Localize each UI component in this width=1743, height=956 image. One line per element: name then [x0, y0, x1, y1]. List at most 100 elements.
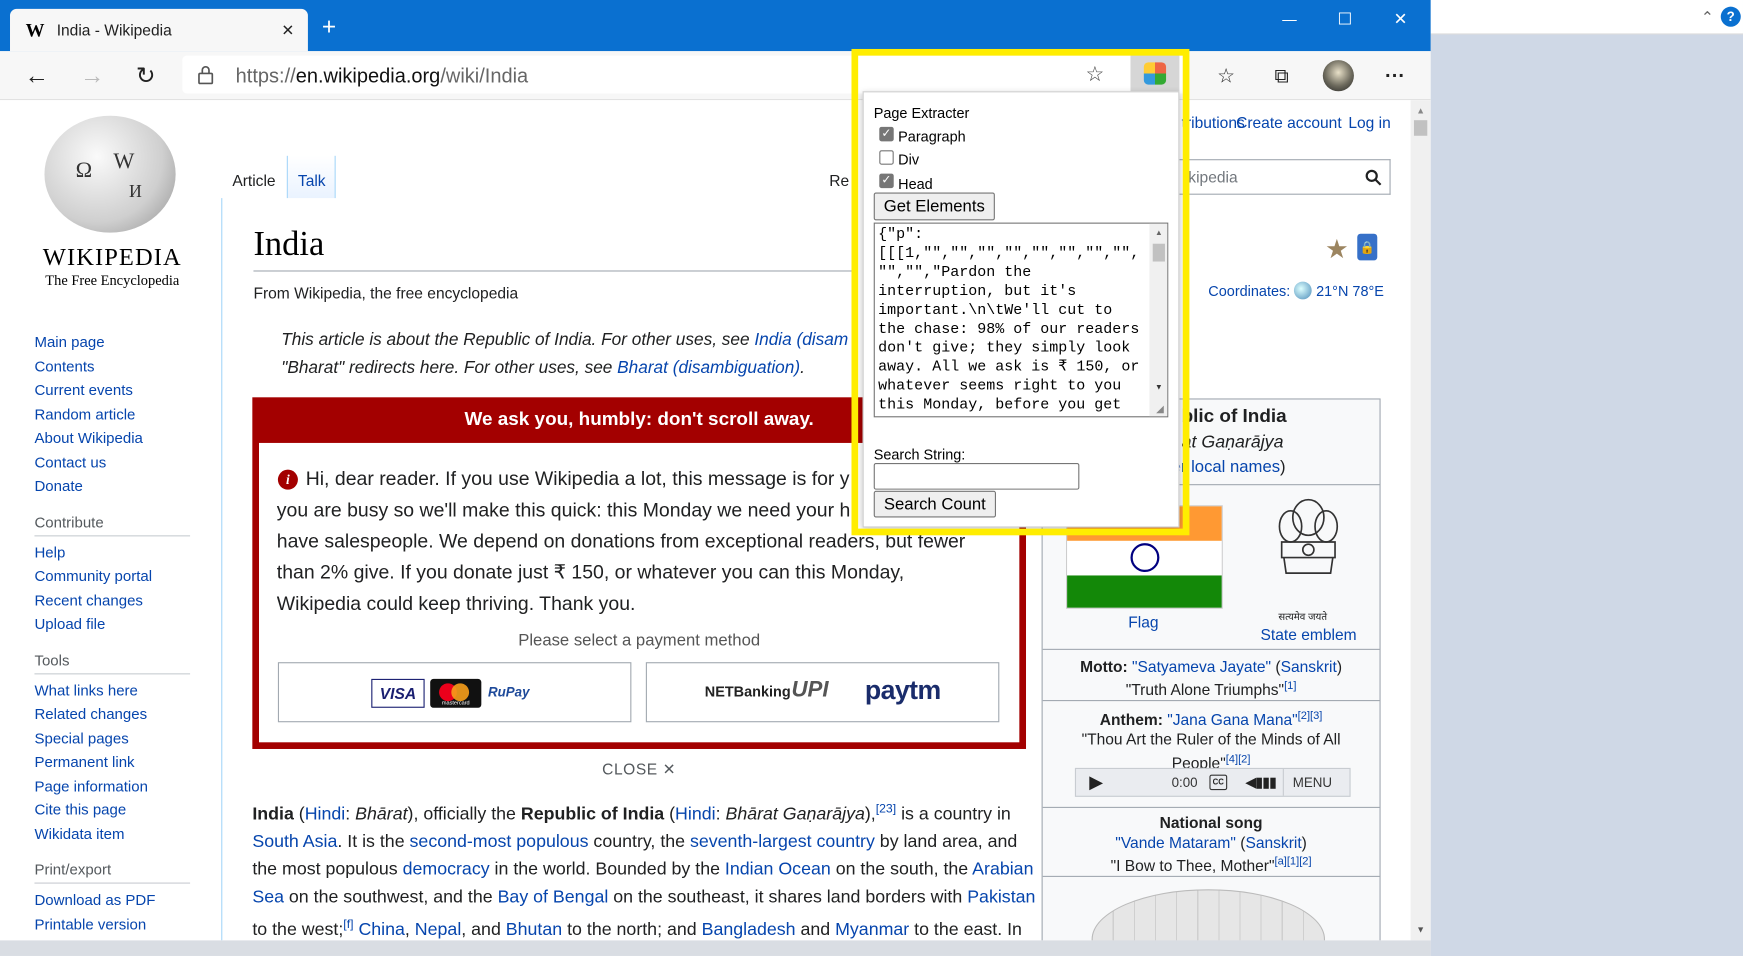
sidebar-item-related-changes[interactable]: Related changes — [34, 702, 201, 726]
link-seventh-largest[interactable]: seventh-largest country — [690, 833, 875, 852]
link-second-most-populous[interactable]: second-most populous — [410, 833, 589, 852]
link-bay-of-bengal[interactable]: Bay of Bengal — [498, 888, 609, 907]
song-refs[interactable]: [a][1][2] — [1274, 856, 1311, 868]
sidebar-item-help[interactable]: Help — [34, 540, 201, 564]
sidebar-item-wikidata-item[interactable]: Wikidata item — [34, 822, 201, 846]
sidebar-item-main-page[interactable]: Main page — [34, 331, 201, 355]
link-myanmar[interactable]: Myanmar — [835, 921, 909, 940]
wiki-search-input[interactable]: kipedia — [1179, 159, 1391, 195]
tab-close-icon[interactable]: ✕ — [277, 19, 299, 41]
article-text-g: in the world. Bounded by the — [489, 860, 725, 880]
maximize-button[interactable]: ☐ — [1331, 4, 1360, 33]
ref-f[interactable]: [f] — [343, 919, 353, 932]
help-icon[interactable]: ? — [1720, 6, 1741, 27]
anthem-refs-2[interactable]: [4][2] — [1226, 753, 1251, 765]
scroll-thumb[interactable] — [1413, 120, 1428, 136]
article-text-f: the most populous — [252, 860, 403, 880]
tab-read[interactable]: Re — [829, 171, 849, 189]
sidebar-item-random-article[interactable]: Random article — [34, 402, 201, 426]
motto-ref[interactable]: [1] — [1284, 680, 1296, 692]
sidebar-item-printable-version[interactable]: Printable version — [34, 912, 201, 936]
forward-icon[interactable]: → — [78, 61, 107, 90]
sidebar-item-page-information[interactable]: Page information — [34, 774, 201, 798]
motto-link[interactable]: "Satyameva Jayate" — [1132, 658, 1271, 676]
collections-icon[interactable]: ⧉ — [1267, 61, 1296, 90]
globe-map-image[interactable] — [1091, 889, 1326, 941]
volume-icon[interactable]: ◀▮▮▮ — [1242, 772, 1280, 792]
browser-tab[interactable]: W India - Wikipedia ✕ — [10, 8, 308, 52]
desktop-background — [1430, 0, 1743, 956]
emblem-caption-link[interactable]: State emblem — [1261, 625, 1357, 643]
state-emblem-image[interactable] — [1271, 493, 1347, 600]
banner-line-5: Wikipedia could keep thriving. Thank you… — [276, 592, 636, 615]
player-menu-button[interactable]: MENU — [1293, 775, 1332, 791]
link-hindi[interactable]: Hindi — [305, 805, 346, 824]
coordinates[interactable]: Coordinates: 21°N 78°E — [1208, 281, 1384, 300]
link-hindi-2[interactable]: Hindi — [675, 805, 716, 824]
scroll-up-icon[interactable]: ▲ — [1411, 102, 1431, 118]
page-scrollbar[interactable]: ▲ ▼ — [1410, 100, 1431, 941]
player-time: 0:00 — [1171, 774, 1198, 791]
article-line-1: India (Hindi: Bhārat), officially the Re… — [252, 802, 1011, 824]
sidebar-item-download-pdf[interactable]: Download as PDF — [34, 888, 201, 912]
lock-icon — [196, 63, 216, 85]
settings-menu-icon[interactable]: ··· — [1381, 61, 1410, 90]
link-bhutan[interactable]: Bhutan — [506, 921, 562, 940]
motto-label: Motto: — [1080, 657, 1128, 676]
anthem-refs[interactable]: [2][3] — [1298, 710, 1323, 722]
sidebar-item-permanent-link[interactable]: Permanent link — [34, 750, 201, 774]
sidebar-item-donate[interactable]: Donate — [34, 474, 201, 498]
captions-icon[interactable]: CC — [1209, 774, 1228, 791]
link-arabian-sea[interactable]: Arabian — [972, 861, 1033, 880]
sidebar-item-current-events[interactable]: Current events — [34, 378, 201, 402]
minimize-button[interactable]: — — [1275, 4, 1304, 33]
refresh-icon[interactable]: ↻ — [131, 61, 160, 90]
link-pakistan[interactable]: Pakistan — [967, 888, 1035, 907]
upi-payment-button[interactable]: NETBanking UPI paytm — [645, 662, 1000, 723]
close-window-button[interactable]: ✕ — [1386, 4, 1415, 33]
flag-caption-link[interactable]: Flag — [1128, 613, 1158, 631]
song-link[interactable]: "Vande Mataram" — [1115, 833, 1236, 851]
anthem-link[interactable]: "Jana Gana Mana" — [1167, 711, 1297, 729]
protection-lock-icon[interactable]: 🔒 — [1357, 233, 1378, 261]
tab-talk[interactable]: Talk — [298, 171, 326, 189]
card-payment-button[interactable]: VISA mastercard RuPay — [277, 662, 632, 723]
link-democracy[interactable]: democracy — [403, 861, 490, 880]
sidebar-item-community-portal[interactable]: Community portal — [34, 564, 201, 588]
new-tab-button[interactable]: + — [316, 12, 343, 40]
scroll-down-icon[interactable]: ▼ — [1411, 921, 1431, 937]
sidebar-item-recent-changes[interactable]: Recent changes — [34, 588, 201, 612]
chevron-up-icon[interactable]: ⌃ — [1697, 7, 1717, 27]
wikipedia-globe-logo[interactable]: Ω W И — [44, 115, 176, 233]
song-lang-link[interactable]: Sanskrit — [1245, 833, 1301, 851]
play-icon[interactable]: ▶ — [1085, 771, 1107, 793]
login-link[interactable]: Log in — [1348, 114, 1390, 132]
song-translation: "I Bow to Thee, Mother" — [1110, 856, 1275, 875]
sidebar-item-upload-file[interactable]: Upload file — [34, 612, 201, 636]
motto-lang-link[interactable]: Sanskrit — [1281, 658, 1337, 676]
link-arabian-sea-2[interactable]: Sea — [252, 888, 284, 907]
link-bangladesh[interactable]: Bangladesh — [702, 921, 796, 940]
sidebar-item-about[interactable]: About Wikipedia — [34, 426, 201, 450]
infobox-motto: Motto: "Satyameva Jayate" (Sanskrit) "Tr… — [1080, 657, 1343, 699]
search-icon[interactable] — [1362, 166, 1384, 188]
sidebar-item-what-links-here[interactable]: What links here — [34, 678, 201, 702]
banner-close-button[interactable]: CLOSE ✕ — [252, 760, 1026, 779]
sidebar-item-special-pages[interactable]: Special pages — [34, 726, 201, 750]
ref-23[interactable]: [23] — [876, 802, 896, 815]
link-china[interactable]: China — [358, 921, 404, 940]
back-icon[interactable]: ← — [22, 61, 51, 90]
create-account-link[interactable]: Create account — [1236, 114, 1342, 132]
sidebar-item-cite-this-page[interactable]: Cite this page — [34, 798, 201, 822]
hatnote-2-link[interactable]: Bharat (disambiguation) — [617, 358, 800, 377]
link-indian-ocean[interactable]: Indian Ocean — [725, 861, 831, 880]
sidebar-item-contents[interactable]: Contents — [34, 354, 201, 378]
profile-avatar[interactable] — [1322, 60, 1354, 92]
favorites-icon[interactable]: ☆ — [1212, 61, 1241, 90]
sidebar-item-contact[interactable]: Contact us — [34, 450, 201, 474]
hatnote-1-link[interactable]: India (disam — [754, 331, 848, 350]
link-nepal[interactable]: Nepal — [415, 921, 461, 940]
link-south-asia[interactable]: South Asia — [252, 833, 337, 852]
url-text[interactable]: https://en.wikipedia.org/wiki/India — [236, 65, 529, 88]
tab-article[interactable]: Article — [232, 171, 275, 189]
